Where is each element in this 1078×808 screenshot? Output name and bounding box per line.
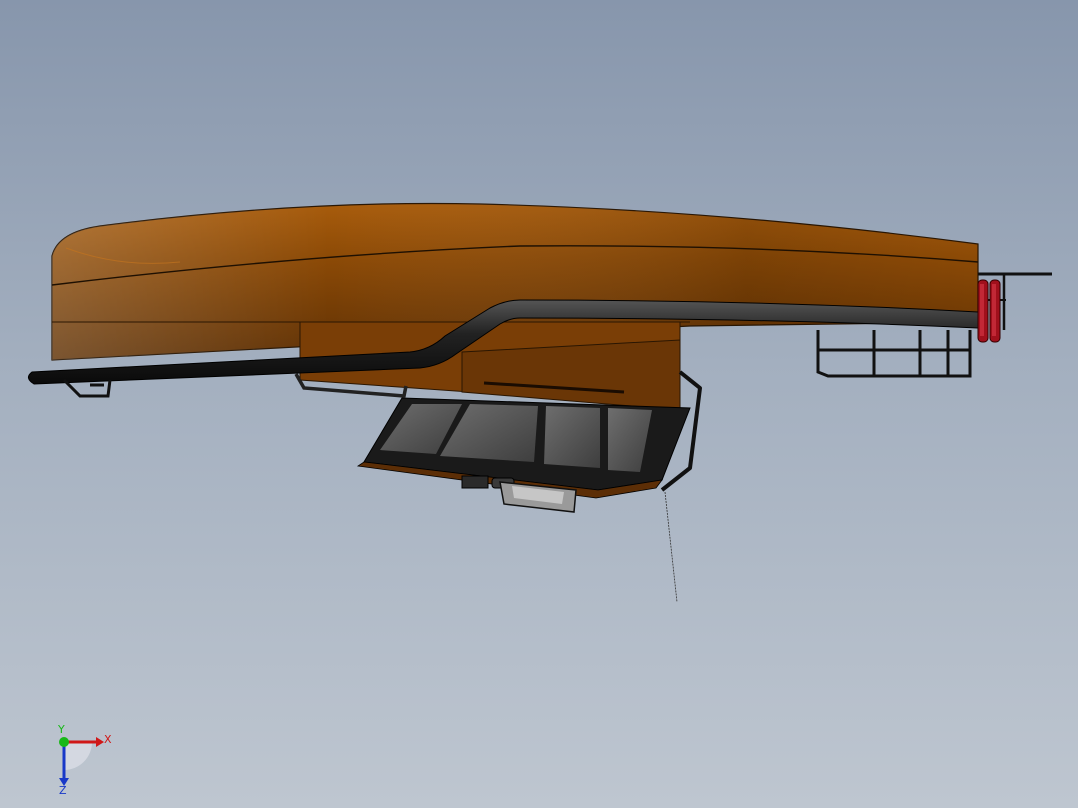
stern-railing — [816, 330, 972, 378]
z-axis-label: Z — [59, 784, 67, 796]
deck-block-lower — [461, 339, 681, 411]
boat-model[interactable] — [0, 0, 1078, 808]
fitting-block — [461, 475, 489, 489]
graphics-viewport[interactable]: X Y Z — [0, 0, 1078, 808]
stern-davit — [978, 272, 1052, 330]
y-axis-label: Y — [57, 724, 65, 736]
triad-quarter-disc — [64, 742, 92, 770]
y-axis-dot — [59, 737, 69, 747]
x-axis-label: X — [104, 733, 112, 746]
orientation-triad[interactable]: X Y Z — [44, 723, 124, 797]
fire-extinguishers — [977, 279, 1001, 343]
cabin-window-3 — [544, 406, 600, 468]
antenna-line — [664, 491, 678, 603]
